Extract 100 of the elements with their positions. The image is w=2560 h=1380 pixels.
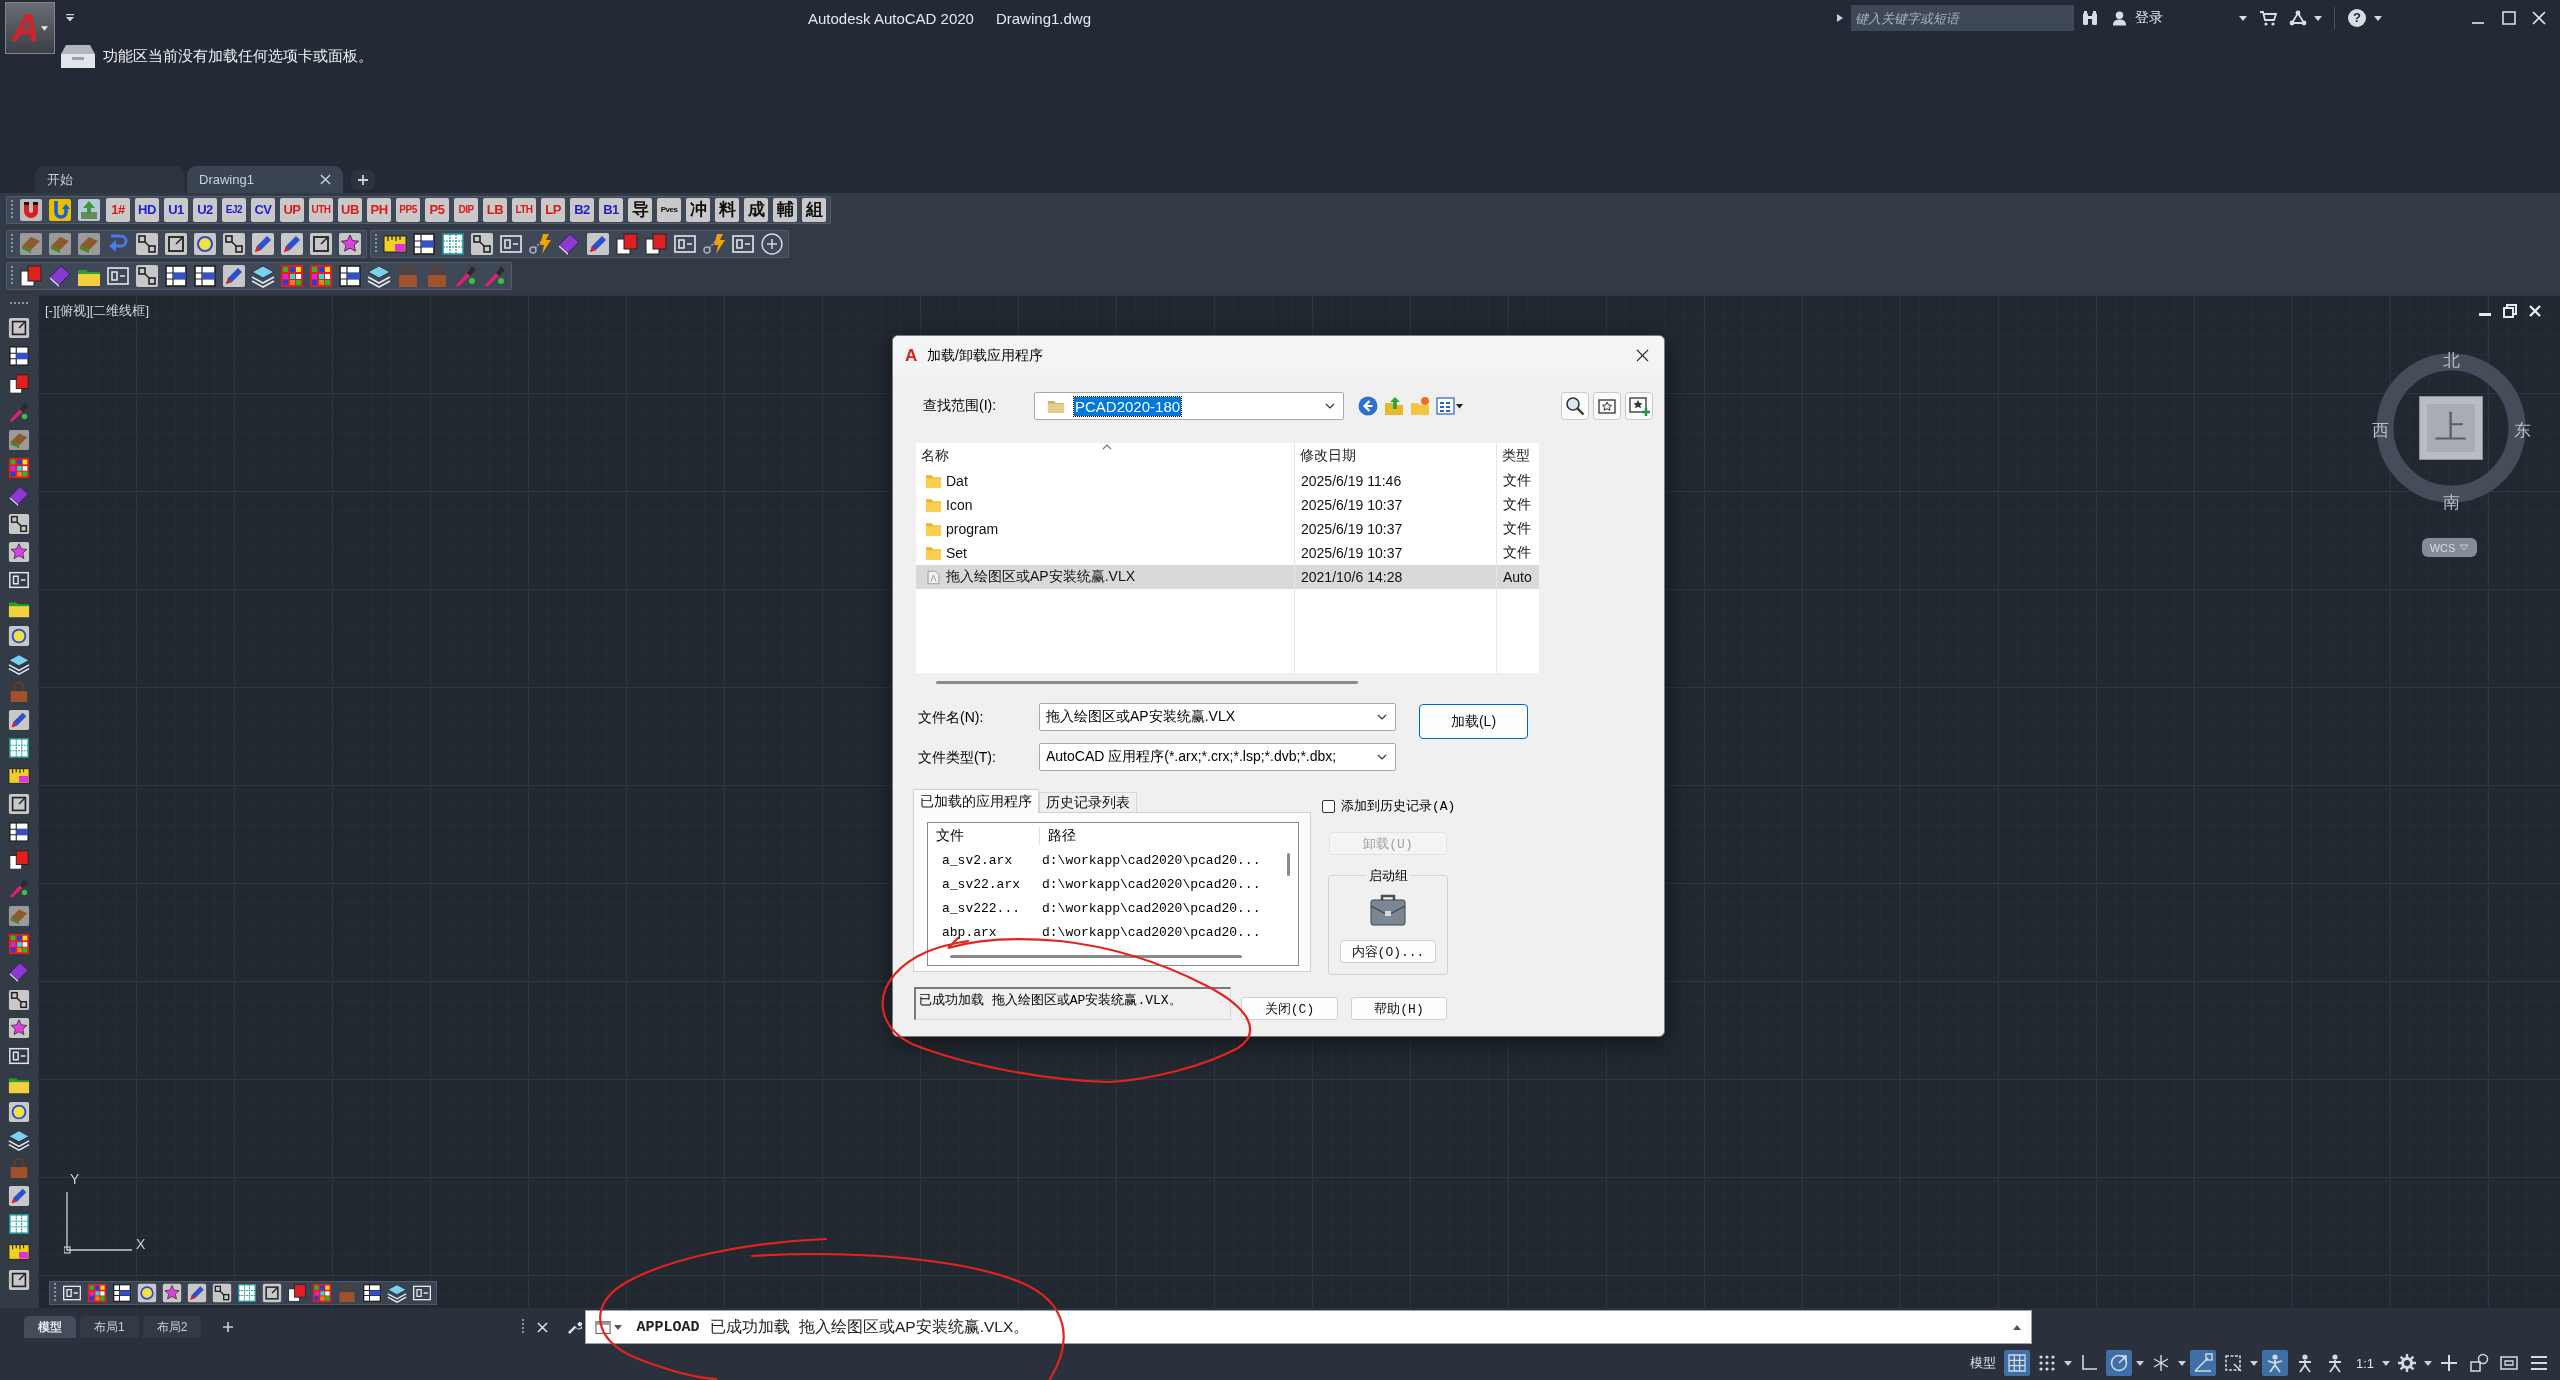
pencil-icon[interactable] bbox=[8, 1185, 30, 1207]
file-row[interactable]: 拖入绘图区或AP安装统赢.VLX 2021/10/6 14:28 Auto bbox=[916, 565, 1539, 589]
toolbar-button[interactable]: CV bbox=[251, 198, 275, 222]
frame-icon[interactable] bbox=[499, 232, 523, 256]
toolbar-button[interactable]: 冲 bbox=[686, 198, 710, 222]
caret-icon[interactable] bbox=[2249, 1360, 2258, 1366]
circle-icon[interactable] bbox=[137, 1283, 157, 1303]
file-tab[interactable]: Drawing1 bbox=[187, 166, 343, 193]
column-header[interactable]: 类型 bbox=[1502, 447, 1530, 465]
grip-icon[interactable] bbox=[10, 199, 14, 221]
color-grid-icon[interactable] bbox=[309, 264, 333, 288]
node-icon[interactable] bbox=[212, 1283, 232, 1303]
frame-icon[interactable] bbox=[8, 1045, 30, 1067]
person-icon[interactable] bbox=[2261, 1350, 2288, 1376]
color-grid-icon[interactable] bbox=[87, 1283, 107, 1303]
grid-icon[interactable] bbox=[8, 737, 30, 759]
window-icon[interactable] bbox=[595, 1320, 612, 1334]
node-icon[interactable] bbox=[135, 264, 159, 288]
caret-icon[interactable] bbox=[2063, 1360, 2072, 1366]
magnifier-icon[interactable] bbox=[1561, 392, 1589, 420]
user-icon[interactable] bbox=[2112, 10, 2127, 26]
search-field[interactable]: 键入关键字或短语 bbox=[1851, 5, 2074, 31]
layout-tab[interactable]: 模型 bbox=[24, 1316, 76, 1338]
wrench-icon[interactable] bbox=[567, 1319, 583, 1335]
square-icon[interactable] bbox=[8, 317, 30, 339]
compass-direction[interactable]: 东 bbox=[2513, 421, 2531, 439]
ruler-icon[interactable] bbox=[8, 1241, 30, 1263]
binoculars-icon[interactable] bbox=[2082, 10, 2098, 26]
caret-icon[interactable] bbox=[2424, 1360, 2432, 1366]
page-icon[interactable] bbox=[287, 1283, 307, 1303]
table-icon[interactable] bbox=[362, 1283, 382, 1303]
contents-button[interactable]: 内容(O)... bbox=[1340, 940, 1436, 963]
status-text[interactable]: 1:1 bbox=[2351, 1355, 2378, 1371]
close-icon[interactable] bbox=[1636, 349, 1649, 362]
toolbar-button[interactable]: Pves bbox=[657, 198, 681, 222]
layout-tab[interactable]: 布局2 bbox=[142, 1316, 202, 1338]
close-button[interactable]: 关闭(C) bbox=[1241, 997, 1338, 1020]
checkbox[interactable] bbox=[1322, 799, 1335, 813]
caret-icon[interactable] bbox=[2314, 15, 2322, 21]
hook-icon[interactable] bbox=[48, 198, 72, 222]
beam-icon[interactable] bbox=[8, 905, 30, 927]
checkbox-label[interactable]: 添加到历史记录(A) bbox=[1341, 797, 1456, 815]
upload-icon[interactable] bbox=[77, 198, 101, 222]
add-icon[interactable] bbox=[760, 232, 784, 256]
plus-icon[interactable] bbox=[223, 1322, 234, 1332]
restore-icon[interactable] bbox=[2503, 304, 2517, 318]
vertical-scrollbar[interactable] bbox=[1287, 853, 1290, 876]
caret-icon[interactable] bbox=[614, 1324, 623, 1330]
sign-in-button[interactable]: 登录 bbox=[2135, 9, 2163, 27]
look-in-dropdown[interactable]: PCAD2020-180 bbox=[1034, 392, 1344, 420]
caret-up-icon[interactable] bbox=[2013, 1324, 2022, 1330]
table-icon[interactable] bbox=[164, 264, 188, 288]
color-grid-icon[interactable] bbox=[312, 1283, 332, 1303]
compass-direction[interactable]: 西 bbox=[2371, 421, 2389, 439]
toolbar-button[interactable]: 組 bbox=[802, 198, 826, 222]
star-plus-icon[interactable] bbox=[1625, 392, 1653, 420]
grip-icon[interactable] bbox=[10, 265, 14, 287]
pencil-icon[interactable] bbox=[251, 232, 275, 256]
book-icon[interactable] bbox=[557, 232, 581, 256]
page-icon[interactable] bbox=[615, 232, 639, 256]
stack-icon[interactable] bbox=[367, 264, 391, 288]
column-header[interactable]: 名称 bbox=[921, 447, 949, 465]
ruler-icon[interactable] bbox=[8, 765, 30, 787]
drawing-canvas[interactable] bbox=[38, 295, 2560, 1308]
frame-icon[interactable] bbox=[731, 232, 755, 256]
caret-icon[interactable] bbox=[65, 14, 75, 22]
book-icon[interactable] bbox=[8, 485, 30, 507]
page-icon[interactable] bbox=[8, 373, 30, 395]
caret-icon[interactable] bbox=[2382, 1360, 2390, 1366]
toolbar-button[interactable]: 料 bbox=[715, 198, 739, 222]
pencil-icon[interactable] bbox=[586, 232, 610, 256]
pencil-icon[interactable] bbox=[187, 1283, 207, 1303]
viewport-controls-label[interactable]: [-][俯视][二维线框] bbox=[45, 302, 149, 320]
file-type-dropdown[interactable]: AutoCAD 应用程序(*.arx;*.crx;*.lsp;*.dvb;*.dbx; bbox=[1039, 743, 1396, 771]
table-icon[interactable] bbox=[412, 232, 436, 256]
stack-icon[interactable] bbox=[8, 653, 30, 675]
file-tab[interactable]: 开始 bbox=[35, 166, 185, 193]
file-row[interactable]: Dat 2025/6/19 11:46 文件 bbox=[916, 469, 1539, 493]
horizontal-scrollbar[interactable] bbox=[936, 681, 1358, 684]
ruler-icon[interactable] bbox=[383, 232, 407, 256]
view-menu-icon[interactable] bbox=[1436, 396, 1464, 416]
grid-icon[interactable] bbox=[237, 1283, 257, 1303]
expand-arrow-icon[interactable] bbox=[1836, 13, 1844, 23]
page-icon[interactable] bbox=[19, 264, 43, 288]
circle-icon[interactable] bbox=[8, 625, 30, 647]
file-row[interactable]: program 2025/6/19 10:37 文件 bbox=[916, 517, 1539, 541]
help-button[interactable]: 帮助(H) bbox=[1351, 997, 1447, 1020]
square-icon[interactable] bbox=[8, 793, 30, 815]
color-grid-icon[interactable] bbox=[280, 264, 304, 288]
star-icon[interactable] bbox=[162, 1283, 182, 1303]
frame-icon[interactable] bbox=[62, 1283, 82, 1303]
page-icon[interactable] bbox=[8, 849, 30, 871]
grid-icon[interactable] bbox=[8, 1213, 30, 1235]
table-icon[interactable] bbox=[193, 264, 217, 288]
caret-icon[interactable] bbox=[2239, 15, 2247, 21]
lightning-icon[interactable] bbox=[702, 232, 726, 256]
square-icon[interactable] bbox=[309, 232, 333, 256]
brush-icon[interactable] bbox=[8, 401, 30, 423]
toolbar-button[interactable]: U2 bbox=[193, 198, 217, 222]
node-icon[interactable] bbox=[8, 989, 30, 1011]
